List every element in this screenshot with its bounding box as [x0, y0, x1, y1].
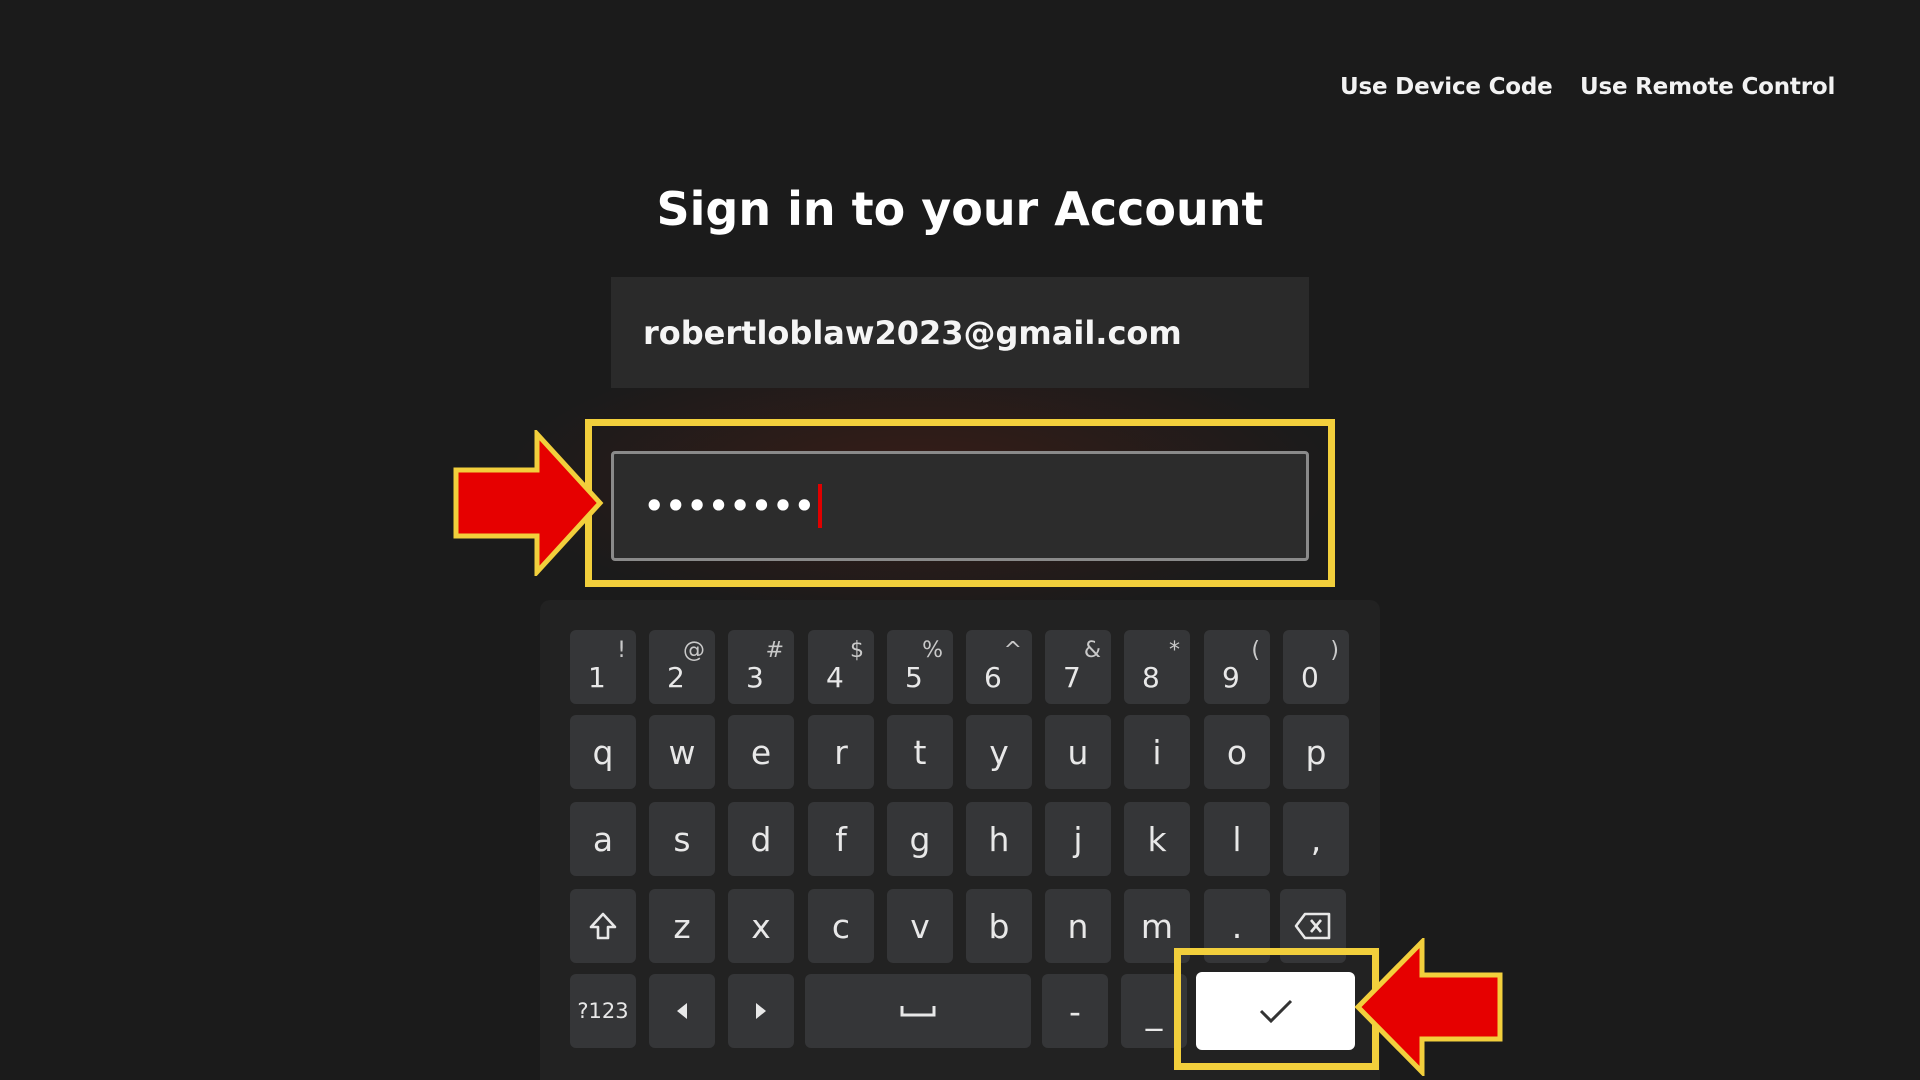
key-7[interactable]: 7 &: [1045, 630, 1111, 704]
key-alt-label: ): [1330, 638, 1339, 663]
key-2[interactable]: 2 @: [649, 630, 715, 704]
key-t[interactable]: t: [887, 715, 953, 789]
password-field[interactable]: ••••••••: [611, 451, 1309, 561]
key-j[interactable]: j: [1045, 802, 1111, 876]
key-alt-label: ^: [1003, 638, 1022, 663]
key-1[interactable]: 1!: [570, 630, 636, 704]
key-n[interactable]: n: [1045, 889, 1111, 963]
key-s[interactable]: s: [649, 802, 715, 876]
key-k[interactable]: k: [1124, 802, 1190, 876]
cursor-left-key[interactable]: [649, 974, 715, 1048]
space-icon: [900, 1006, 936, 1017]
dash-key[interactable]: -: [1042, 974, 1108, 1048]
key-9[interactable]: 9(: [1204, 630, 1270, 704]
key-label: 9: [1222, 661, 1240, 694]
email-value: robertloblaw2023@gmail.com: [643, 313, 1182, 352]
key-5[interactable]: 5%: [887, 630, 953, 704]
cursor-right-key[interactable]: [728, 974, 794, 1048]
key-alt-label: #: [765, 638, 784, 663]
key-label: 6: [984, 661, 1002, 694]
key-y[interactable]: y: [966, 715, 1032, 789]
key-label: 0: [1301, 661, 1319, 694]
key-d[interactable]: d: [728, 802, 794, 876]
key-v[interactable]: v: [887, 889, 953, 963]
key-u[interactable]: u: [1045, 715, 1111, 789]
use-device-code-link[interactable]: Use Device Code: [1340, 74, 1553, 100]
key-alt-label: $: [850, 638, 864, 663]
key-g[interactable]: g: [887, 802, 953, 876]
key-c[interactable]: c: [808, 889, 874, 963]
key-label: 7: [1063, 661, 1081, 694]
key-label: 8: [1142, 661, 1160, 694]
key-i[interactable]: i: [1124, 715, 1190, 789]
arrow-right-annotation-icon: [453, 430, 604, 576]
key-3[interactable]: 3 #: [728, 630, 794, 704]
key-o[interactable]: o: [1204, 715, 1270, 789]
key-p[interactable]: p: [1283, 715, 1349, 789]
key-4[interactable]: 4 $: [808, 630, 874, 704]
key-alt-label: (: [1251, 638, 1260, 663]
key-x[interactable]: x: [728, 889, 794, 963]
space-key[interactable]: [805, 974, 1031, 1048]
use-remote-control-link[interactable]: Use Remote Control: [1580, 74, 1835, 100]
key-alt-label: !: [617, 638, 626, 663]
key-l[interactable]: l: [1204, 802, 1270, 876]
key-q[interactable]: q: [570, 715, 636, 789]
shift-key[interactable]: [570, 889, 636, 963]
key-h[interactable]: h: [966, 802, 1032, 876]
arrow-left-annotation-icon: [1354, 938, 1503, 1076]
key-a[interactable]: a: [570, 802, 636, 876]
arrow-right-icon: [756, 1003, 766, 1019]
key-label: 3: [746, 661, 764, 694]
key-e[interactable]: e: [728, 715, 794, 789]
email-field[interactable]: robertloblaw2023@gmail.com: [611, 277, 1309, 388]
page-title: Sign in to your Account: [656, 182, 1264, 236]
symbols-key[interactable]: ?123: [570, 974, 636, 1048]
text-cursor: [817, 484, 822, 528]
checkmark-icon: [1259, 999, 1292, 1024]
key-w[interactable]: w: [649, 715, 715, 789]
backspace-icon: [1294, 912, 1331, 940]
key-z[interactable]: z: [649, 889, 715, 963]
key-6[interactable]: 6 ^: [966, 630, 1032, 704]
key-r[interactable]: r: [808, 715, 874, 789]
key-comma[interactable]: ,: [1283, 802, 1349, 876]
key-8[interactable]: 8 *: [1124, 630, 1190, 704]
key-alt-label: %: [922, 638, 943, 663]
key-alt-label: *: [1169, 638, 1180, 663]
key-alt-label: &: [1083, 638, 1101, 663]
key-alt-label: @: [683, 638, 705, 663]
done-key[interactable]: [1196, 972, 1355, 1050]
arrow-left-icon: [677, 1003, 687, 1019]
key-b[interactable]: b: [966, 889, 1032, 963]
key-label: 5: [905, 661, 923, 694]
key-label: 1: [588, 661, 606, 694]
key-label: 2: [667, 661, 685, 694]
key-label: 4: [826, 661, 844, 694]
key-0[interactable]: 0): [1283, 630, 1349, 704]
password-value: ••••••••: [644, 487, 816, 525]
shift-icon: [589, 912, 617, 940]
key-f[interactable]: f: [808, 802, 874, 876]
